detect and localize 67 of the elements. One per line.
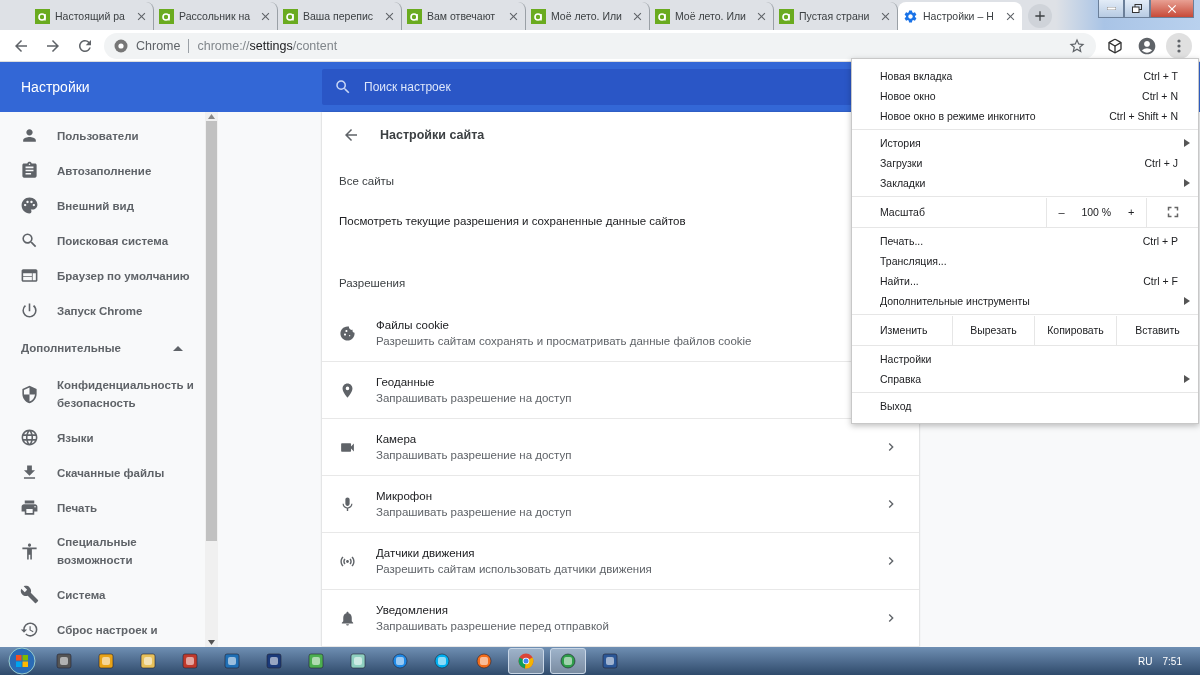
language-indicator[interactable]: RU	[1138, 655, 1153, 667]
edit-action-button[interactable]: Вставить	[1116, 315, 1198, 345]
menu-item[interactable]: Справка	[852, 369, 1198, 389]
browser-tab[interactable]: Настройки – Н	[898, 2, 1022, 30]
sidebar-item[interactable]: Автозаполнение	[0, 153, 205, 188]
menu-item[interactable]: Найти... Ctrl + F	[852, 271, 1198, 291]
settings-title: Настройки	[20, 79, 91, 95]
sidebar-item[interactable]: Система	[0, 577, 205, 612]
edit-action-button[interactable]: Вырезать	[952, 315, 1034, 345]
permission-subtitle: Запрашивать разрешение перед отправкой	[376, 620, 609, 632]
page-title: Настройки сайта	[380, 128, 485, 143]
shortcut-text: Ctrl + J	[1144, 157, 1178, 169]
permission-subtitle: Запрашивать разрешение на доступ	[376, 392, 572, 404]
tab-title: Моё лето. Или	[551, 10, 623, 22]
permission-subtitle: Разрешить сайтам использовать датчики движения	[376, 563, 652, 575]
sidebar-item[interactable]: Запуск Chrome	[0, 293, 205, 328]
menu-item[interactable]: Новое окно в режиме инкогнито Ctrl + Shift + N	[852, 106, 1198, 126]
sidebar-item[interactable]: Пользователи	[0, 118, 205, 153]
permission-title: Камера	[376, 433, 417, 445]
sidebar-item[interactable]: Конфиденциальность и безопасность	[0, 368, 205, 420]
sidebar-item[interactable]: Сброс настроек и	[0, 612, 205, 647]
menu-item[interactable]: Трансляция...	[852, 251, 1198, 271]
menu-item[interactable]: Печать... Ctrl + P	[852, 231, 1198, 251]
sidebar-item[interactable]: Внешний вид	[0, 188, 205, 223]
permission-subtitle: Разрешить сайтам сохранять и просматривать данные файлов cookie	[376, 335, 752, 347]
menu-item[interactable]: Загрузки Ctrl + J	[852, 153, 1198, 173]
shortcut-text: Ctrl + Shift + N	[1109, 110, 1178, 122]
url-text: chrome://settings/content	[197, 38, 338, 53]
permission-title: Микрофон	[376, 490, 433, 502]
zoom-in-button[interactable]: +	[1122, 204, 1141, 220]
permission-subtitle: Запрашивать разрешение на доступ	[376, 449, 572, 461]
permission-title: Геоданные	[376, 376, 435, 388]
clock-text[interactable]: 7:51	[1162, 655, 1182, 667]
permission-title: Уведомления	[376, 604, 448, 616]
tab-title: Рассольник на	[179, 10, 252, 22]
tab-title: Настройки – Н	[923, 10, 995, 22]
tab-title: Вам отвечают	[427, 10, 497, 22]
tab-title: Пустая страни	[799, 10, 871, 22]
menu-item[interactable]: История	[852, 133, 1198, 153]
menu-item[interactable]: Дополнительные инструменты	[852, 291, 1198, 311]
tab-title: Ваша перепис	[303, 10, 375, 22]
shortcut-text: Ctrl + T	[1143, 70, 1178, 82]
permission-title: Датчики движения	[376, 547, 475, 559]
address-bar[interactable]: Chrome chrome://settings/content	[104, 32, 1096, 59]
shortcut-text: Ctrl + P	[1142, 235, 1178, 247]
menu-item[interactable]: Настройки	[852, 349, 1198, 369]
permission-title: Файлы cookie	[376, 319, 449, 331]
sidebar-item[interactable]: Языки	[0, 420, 205, 455]
sidebar-item[interactable]: Скачанные файлы	[0, 455, 205, 490]
tab-title: Моё лето. Или	[675, 10, 747, 22]
shortcut-text: Ctrl + N	[1142, 90, 1178, 102]
sidebar-item[interactable]: Печать	[0, 490, 205, 525]
section-heading: Все сайты	[339, 175, 395, 187]
sidebar-item[interactable]: Браузер по умолчанию	[0, 258, 205, 293]
shortcut-text: Ctrl + F	[1143, 275, 1178, 287]
sidebar-item[interactable]: Специальные возможности	[0, 525, 205, 577]
zoom-value: 100 %	[1081, 206, 1112, 218]
zoom-out-button[interactable]: –	[1052, 204, 1071, 220]
advanced-section-toggle[interactable]: Дополнительные	[0, 328, 205, 368]
site-label: Chrome	[136, 38, 181, 53]
menu-item[interactable]: Выход	[852, 396, 1198, 416]
edit-action-button[interactable]: Копировать	[1034, 315, 1116, 345]
menu-item[interactable]: Закладки	[852, 173, 1198, 193]
section-heading: Разрешения	[339, 276, 406, 289]
sidebar-item[interactable]: Поисковая система	[0, 223, 205, 258]
permission-subtitle: Запрашивать разрешение на доступ	[376, 506, 572, 518]
tab-title: Настоящий ра	[55, 10, 126, 22]
